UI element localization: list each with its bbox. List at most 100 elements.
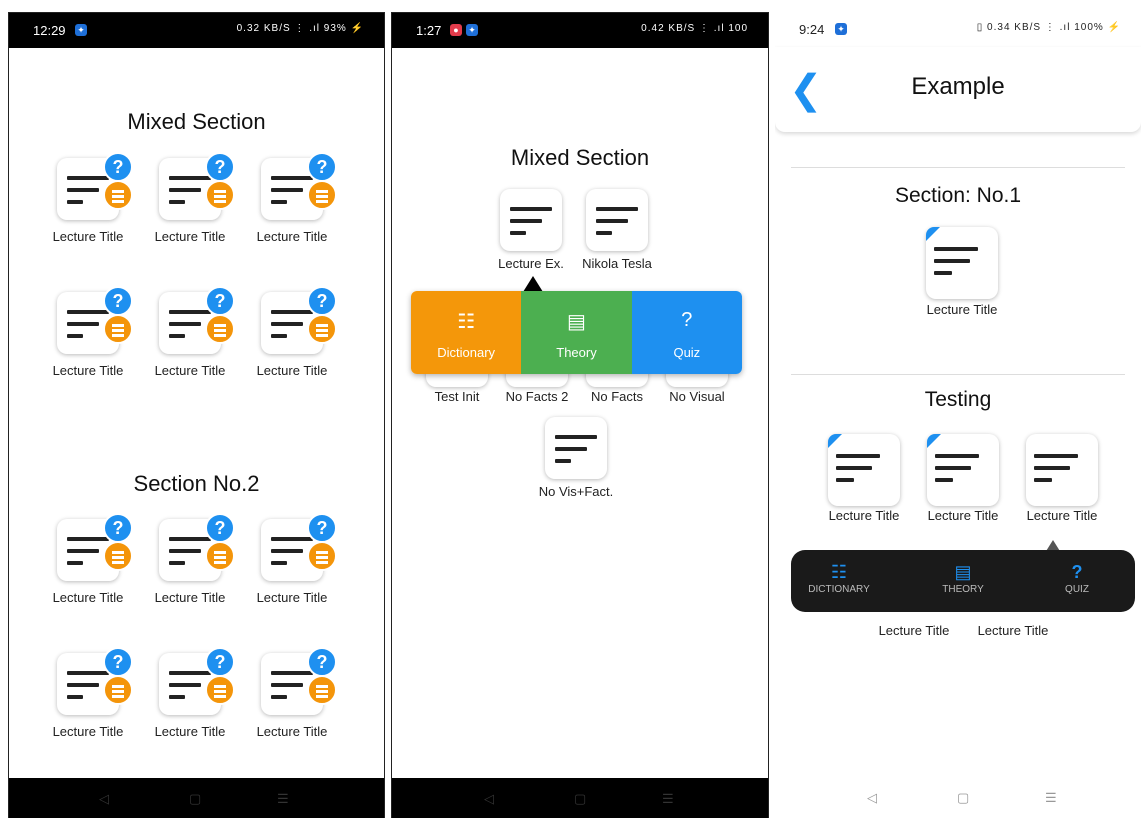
- lecture-card[interactable]: ?: [57, 647, 133, 715]
- lecture-card[interactable]: [1026, 434, 1098, 506]
- dictionary-badge-icon: [103, 180, 133, 210]
- section-title: Mixed Section: [127, 109, 266, 134]
- lecture-label: Lecture Title: [52, 590, 124, 605]
- lecture-action-bar: ☷ DICTIONARY ▤ THEORY ? QUIZ: [791, 550, 1135, 612]
- lecture-card[interactable]: ?: [57, 286, 133, 354]
- popup-pointer: [523, 276, 543, 292]
- book-icon: ▤: [954, 562, 972, 582]
- system-nav-bar: ◁ ▢ ☰: [775, 777, 1141, 817]
- section-title: Section: No.1: [894, 184, 1022, 207]
- status-bar: 12:29 ✦ 0.32 KB/S ⋮ .ıl 93% ⚡: [9, 13, 384, 48]
- dictionary-badge-icon: [307, 541, 337, 571]
- status-bar: 1:27 ● ✦ 0.42 KB/S ⋮ .ıl 100: [392, 13, 768, 48]
- nav-recents-icon[interactable]: ☰: [1045, 790, 1057, 806]
- app-header: ❮ Example: [775, 47, 1141, 132]
- lecture-card[interactable]: ?: [261, 286, 337, 354]
- book-icon: ▤: [567, 311, 586, 333]
- lecture-card[interactable]: [927, 434, 999, 506]
- screen-2: 1:27 ● ✦ 0.42 KB/S ⋮ .ıl 100 Mixed Secti…: [391, 12, 769, 818]
- app-notification-icon: ✦: [75, 24, 87, 36]
- theory-label: THEORY: [942, 584, 984, 595]
- lecture-label: Lecture Title: [828, 508, 900, 523]
- app-notification-icon: ✦: [466, 24, 478, 36]
- nav-home-icon[interactable]: ▢: [957, 790, 969, 806]
- status-bar: 9:24 ✦ ▯ 0.34 KB/S ⋮ .ıl 100% ⚡: [775, 12, 1141, 47]
- lecture-card[interactable]: [500, 189, 562, 251]
- quiz-badge-icon: ?: [205, 513, 235, 543]
- page-title: Example: [911, 73, 1005, 100]
- lecture-card[interactable]: ?: [261, 647, 337, 715]
- list-icon: ☷: [830, 562, 848, 582]
- lecture-label: Lecture Title: [927, 508, 999, 523]
- nav-back-icon[interactable]: ◁: [867, 790, 877, 806]
- quiz-badge-icon: ?: [205, 152, 235, 182]
- quiz-badge-icon: ?: [103, 513, 133, 543]
- quiz-button[interactable]: ? Quiz: [631, 291, 742, 374]
- app-notification-icon: ✦: [835, 23, 847, 35]
- screen-1: 12:29 ✦ 0.32 KB/S ⋮ .ıl 93% ⚡ Mixed Sect…: [8, 12, 385, 818]
- lecture-label: Lecture Title: [256, 363, 328, 378]
- lecture-card[interactable]: ?: [261, 513, 337, 581]
- section-title: Testing: [924, 388, 992, 411]
- lecture-card[interactable]: [926, 227, 998, 299]
- lecture-label: Lecture Title: [977, 623, 1049, 638]
- nav-back-icon[interactable]: ◁: [484, 791, 494, 807]
- lecture-card[interactable]: [828, 434, 900, 506]
- lecture-label: Lecture Title: [878, 623, 950, 638]
- list-icon: ☷: [457, 311, 476, 333]
- quiz-button[interactable]: ? QUIZ: [1037, 562, 1117, 595]
- lecture-label: No Vis+Fact.: [538, 484, 614, 499]
- screen-3: 9:24 ✦ ▯ 0.34 KB/S ⋮ .ıl 100% ⚡ ❮ Exampl…: [775, 12, 1141, 817]
- lecture-card[interactable]: [586, 189, 648, 251]
- dictionary-label: Dictionary: [437, 345, 496, 360]
- lecture-card[interactable]: ?: [159, 152, 235, 220]
- quiz-badge-icon: ?: [103, 286, 133, 316]
- dictionary-badge-icon: [307, 314, 337, 344]
- dictionary-badge-icon: [205, 180, 235, 210]
- lecture-label: Lecture Title: [256, 590, 328, 605]
- recording-icon: ●: [450, 24, 462, 36]
- help-icon: ?: [1071, 562, 1083, 582]
- quiz-badge-icon: ?: [103, 152, 133, 182]
- dictionary-badge-icon: [205, 541, 235, 571]
- lecture-card[interactable]: ?: [57, 152, 133, 220]
- status-indicators: 0.42 KB/S ⋮ .ıl 100: [641, 23, 748, 34]
- lecture-card[interactable]: ?: [159, 286, 235, 354]
- quiz-badge-icon: ?: [307, 647, 337, 677]
- lecture-label: Lecture Title: [154, 229, 226, 244]
- dictionary-button[interactable]: ☷ Dictionary: [411, 291, 522, 374]
- lecture-card[interactable]: ?: [57, 513, 133, 581]
- lecture-label: Lecture Title: [154, 590, 226, 605]
- quiz-badge-icon: ?: [103, 647, 133, 677]
- dictionary-button[interactable]: ☷ DICTIONARY: [799, 562, 879, 595]
- dictionary-badge-icon: [205, 675, 235, 705]
- lecture-card[interactable]: [545, 417, 607, 479]
- lecture-label: No Visual: [669, 389, 725, 404]
- status-time: 12:29: [33, 23, 66, 38]
- status-indicators: ▯ 0.34 KB/S ⋮ .ıl 100% ⚡: [976, 22, 1121, 33]
- section-title: Mixed Section: [510, 145, 650, 170]
- dictionary-badge-icon: [307, 180, 337, 210]
- lecture-label: Lecture Title: [1026, 508, 1098, 523]
- dictionary-label: DICTIONARY: [808, 584, 870, 595]
- lecture-label: Lecture Title: [52, 363, 124, 378]
- status-time: 1:27: [416, 23, 442, 38]
- lecture-card[interactable]: ?: [159, 513, 235, 581]
- nav-home-icon[interactable]: ▢: [574, 791, 586, 807]
- lecture-card[interactable]: ?: [159, 647, 235, 715]
- nav-back-icon[interactable]: ◁: [99, 791, 109, 807]
- lecture-card[interactable]: ?: [261, 152, 337, 220]
- quiz-label: QUIZ: [1065, 584, 1089, 595]
- lecture-label: Lecture Title: [52, 724, 124, 739]
- dictionary-badge-icon: [103, 314, 133, 344]
- theory-button[interactable]: ▤ Theory: [521, 291, 632, 374]
- quiz-label: Quiz: [673, 345, 701, 360]
- nav-recents-icon[interactable]: ☰: [662, 791, 674, 807]
- lecture-label: Lecture Title: [926, 302, 998, 317]
- nav-home-icon[interactable]: ▢: [189, 791, 201, 807]
- nav-recents-icon[interactable]: ☰: [277, 791, 289, 807]
- lecture-action-popup: ☷ Dictionary ▤ Theory ? Quiz: [411, 291, 742, 374]
- dictionary-badge-icon: [103, 541, 133, 571]
- theory-button[interactable]: ▤ THEORY: [923, 562, 1003, 595]
- dictionary-badge-icon: [205, 314, 235, 344]
